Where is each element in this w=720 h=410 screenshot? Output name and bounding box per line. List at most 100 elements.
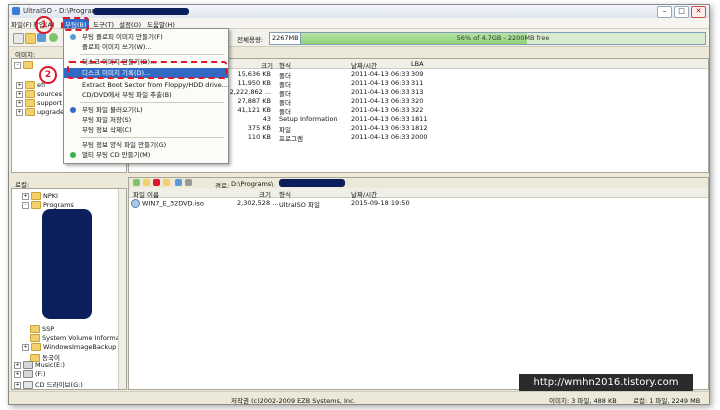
ultraiso-window: UltraISO - D:\Programs\ – □ ✕ 파일(F) 작업(A… (8, 4, 710, 405)
tree-item[interactable]: + upgrade (16, 108, 64, 117)
cd-drive-icon (23, 381, 33, 389)
cell-lba: 2000 (411, 133, 428, 141)
minimize-button[interactable]: – (657, 6, 672, 18)
status-copyright: 저작권 (c)2002-2009 EZB Systems, Inc. (231, 397, 356, 405)
add-icon[interactable] (133, 179, 140, 186)
folder-icon (25, 90, 35, 98)
tree-item[interactable]: + support (16, 99, 62, 108)
menu-separator (80, 137, 224, 138)
save-icon[interactable] (37, 33, 46, 42)
folder-icon (31, 201, 41, 209)
folder-icon (30, 334, 40, 342)
settings-icon[interactable] (185, 179, 192, 186)
tree-item-ssp[interactable]: SSP (30, 325, 54, 334)
tree-item-npki[interactable]: + NPKI (22, 192, 58, 201)
cell-lba: 1811 (411, 115, 428, 123)
cell-date: 2011-04-13 06:33 (351, 70, 410, 78)
tree-item-svi[interactable]: System Volume Informa (30, 334, 120, 343)
title-bar: UltraISO - D:\Programs\ – □ ✕ (9, 5, 709, 19)
cell-size: 11,950 KB (237, 79, 271, 87)
open-icon[interactable] (25, 33, 36, 44)
folder-icon (31, 343, 41, 351)
tree-root[interactable]: - (14, 61, 35, 70)
total-size-field[interactable]: 2267MB (269, 32, 301, 45)
col-type[interactable]: 형식 (279, 189, 291, 199)
drive-icon (23, 370, 33, 378)
redacted-path (279, 179, 345, 187)
col-date[interactable]: 날짜/시간 (351, 60, 377, 70)
folder-icon (31, 192, 41, 200)
new-icon[interactable] (13, 33, 24, 44)
redacted-title (93, 8, 189, 15)
col-lba[interactable]: LBA (411, 60, 424, 68)
menu-item-multi-boot-cd[interactable]: 멀티 부팅 CD 만들기(M) (64, 150, 228, 160)
col-date[interactable]: 날짜/시간 (351, 189, 377, 199)
maximize-button[interactable]: □ (674, 6, 689, 18)
annotation-box-write-disk-image (67, 61, 227, 79)
tree-item-backup[interactable]: + WindowsImageBackup (22, 343, 116, 352)
local-file-row[interactable]: WIN7_E_32DVD.iso 2,302,528 ... UltraISO … (131, 199, 431, 209)
menu-item-boot-info-template[interactable]: 부팅 정보 양식 파일 만들기(G) (64, 140, 228, 150)
annotation-step-2: 2 (39, 66, 57, 84)
tree-item-cd-drive[interactable]: + CD 드라이브(G:) (14, 379, 83, 389)
cell-size: 2,222,862 ... (229, 88, 271, 96)
cell-lba: 320 (411, 97, 424, 105)
folder-icon (23, 61, 33, 69)
close-button[interactable]: ✕ (691, 6, 706, 18)
total-size-label: 전체용량: (237, 36, 264, 44)
cell-date: 2011-04-13 06:33 (351, 88, 410, 96)
iso-file-icon (131, 199, 140, 208)
cell-date: 2011-04-13 06:33 (351, 115, 410, 123)
local-tree-scrollbar[interactable] (118, 189, 126, 389)
status-bar: 저작권 (c)2002-2009 EZB Systems, Inc. 이미지: … (9, 391, 709, 405)
path-value[interactable]: D:\Programs\ (231, 180, 273, 188)
burn-icon[interactable] (49, 33, 58, 42)
col-type[interactable]: 형식 (279, 60, 291, 70)
annotation-step-1: 1 (35, 16, 53, 34)
new-folder-icon[interactable] (163, 179, 170, 186)
status-image-info: 이미지: 3 파일, 488 KB (549, 397, 617, 405)
window-controls: – □ ✕ (657, 6, 706, 18)
cell-date: 2011-04-13 06:33 (351, 97, 410, 105)
cell-size: 15,636 KB (237, 70, 271, 78)
menu-file[interactable]: 파일(F) (11, 19, 32, 29)
tree-item[interactable]: + efi (16, 81, 45, 90)
folder-icon (25, 81, 35, 89)
menu-item-clear-boot-info[interactable]: 부팅 정보 삭제(C) (64, 125, 228, 135)
menu-item-load-boot-file[interactable]: 부팅 파일 불러오기(L) (64, 105, 228, 115)
menu-item-write-floppy[interactable]: 플로피 이미지 쓰기(W)... (64, 42, 228, 52)
tree-item-donggukyi[interactable]: 동국이 (30, 352, 60, 362)
cell-date: 2011-04-13 06:33 (351, 106, 410, 114)
col-size[interactable]: 크기 (261, 60, 273, 70)
local-list-header: 파일 이름 크기 형식 날짜/시간 (129, 188, 708, 199)
menu-item-make-boot-floppy[interactable]: 부팅 플로피 이미지 만들기(F) (64, 32, 228, 42)
tree-item-f-drive[interactable]: + (F:) (14, 370, 46, 379)
boot-menu: 부팅 플로피 이미지 만들기(F) 플로피 이미지 쓰기(W)... 디스크 이… (63, 28, 229, 164)
folder-icon (30, 325, 40, 333)
cell-date: 2011-04-13 06:33 (351, 124, 410, 132)
menu-item-extract-from-cd[interactable]: CD/DVD에서 부팅 파일 추출(B) (64, 90, 228, 100)
tree-item-music-drive[interactable]: + Music(E:) (14, 361, 65, 370)
floppy-icon (70, 34, 76, 40)
redacted-folders (42, 209, 92, 319)
app-icon (12, 7, 20, 15)
menu-item-extract-boot-sector[interactable]: Extract Boot Sector from Floppy/HDD driv… (64, 80, 228, 90)
cell-size: 375 KB (247, 124, 271, 132)
cell-type: Setup Information (279, 115, 338, 123)
cell-size: 43 (262, 115, 271, 123)
status-local-info: 로컬: 1 파일, 2249 MB (633, 397, 701, 405)
cell-size: 41,121 KB (237, 106, 271, 114)
refresh-icon[interactable] (175, 179, 182, 186)
col-size[interactable]: 크기 (259, 189, 271, 199)
delete-icon[interactable] (153, 179, 160, 186)
globe-icon (70, 152, 76, 158)
folder-up-icon[interactable] (143, 179, 150, 186)
col-filename[interactable]: 파일 이름 (133, 189, 159, 199)
menu-separator (80, 54, 224, 55)
cell-lba: 313 (411, 88, 424, 96)
tree-item[interactable]: + sources (16, 90, 62, 99)
cell-date: 2011-04-13 06:33 (351, 133, 410, 141)
menu-item-save-boot-file[interactable]: 부팅 파일 저장(S) (64, 115, 228, 125)
cell-lba: 1812 (411, 124, 428, 132)
cell-size: 27,887 KB (237, 97, 271, 105)
